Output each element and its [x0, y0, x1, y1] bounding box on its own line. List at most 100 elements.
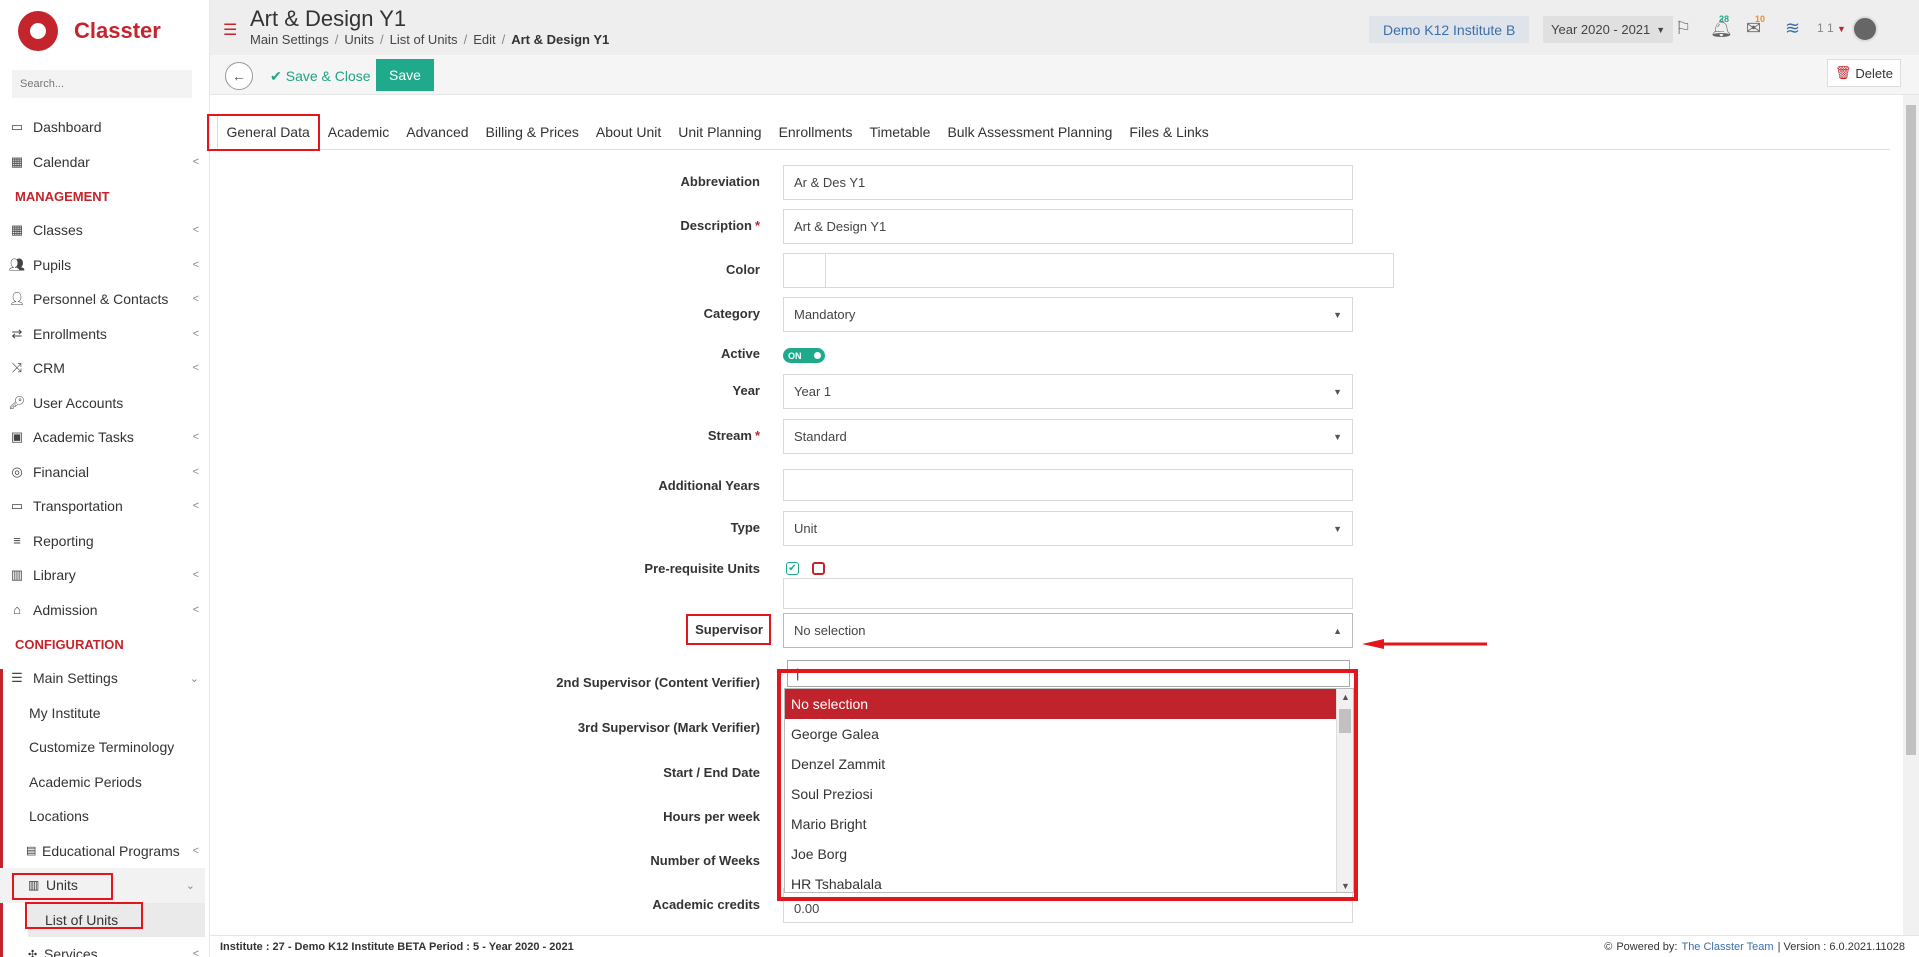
- breadcrumb-item[interactable]: List of Units: [390, 32, 458, 47]
- sidebar-item-reporting[interactable]: ≡ Reporting: [0, 524, 209, 559]
- row-type: Type Unit ▼: [400, 511, 1400, 547]
- save-close-button[interactable]: ✔ Save & Close: [270, 62, 371, 90]
- sidebar-item-enrollments[interactable]: ⇄ Enrollments <: [0, 317, 209, 352]
- year-select[interactable]: Year 1 ▼: [783, 374, 1353, 409]
- tab-billing-prices[interactable]: Billing & Prices: [477, 115, 587, 150]
- institute-selector[interactable]: Demo K12 Institute B: [1369, 16, 1530, 43]
- sidebar-item-crm[interactable]: ⤨ CRM <: [0, 351, 209, 386]
- logo[interactable]: Classter: [0, 0, 209, 62]
- credits-field[interactable]: 0.00: [783, 888, 1353, 923]
- option-george-galea[interactable]: George Galea: [785, 719, 1337, 749]
- sidebar-item-label: CRM: [33, 360, 65, 377]
- breadcrumb-item[interactable]: Units: [344, 32, 374, 47]
- additional-years-field[interactable]: [783, 469, 1353, 501]
- square-icon[interactable]: [812, 562, 825, 575]
- sidebar-item-financial[interactable]: ◎ Financial <: [0, 455, 209, 490]
- tab-bulk-assessment-planning[interactable]: Bulk Assessment Planning: [939, 115, 1121, 150]
- chevron-left-icon: <: [192, 258, 199, 271]
- sidebar-search-input[interactable]: [12, 70, 192, 98]
- scrollbar-thumb[interactable]: [1339, 709, 1351, 733]
- brand-name: Classter: [74, 18, 161, 43]
- chevron-down-icon[interactable]: ▼: [1337, 878, 1353, 892]
- footer-institute-info: Institute : 27 - Demo K12 Institute BETA…: [220, 940, 574, 953]
- sidebar-item-classes[interactable]: ▦ Classes <: [0, 213, 209, 248]
- supervisor-search-input[interactable]: [787, 660, 1350, 687]
- tab-academic[interactable]: Academic: [319, 115, 397, 150]
- sidebar-item-educational-programs[interactable]: ▤ Educational Programs <: [0, 834, 209, 869]
- option-denzel-zammit[interactable]: Denzel Zammit: [785, 749, 1337, 779]
- sidebar-item-pupils[interactable]: 👥︎ Pupils <: [0, 248, 209, 283]
- sidebar-item-units[interactable]: ▥ Units ⌄: [0, 868, 205, 903]
- sidebar-item-calendar[interactable]: ▦ Calendar <: [0, 145, 209, 180]
- layers-icon[interactable]: ≋: [1785, 18, 1800, 39]
- description-label-text: Description: [680, 218, 752, 233]
- delete-button[interactable]: 🗑︎ Delete: [1826, 59, 1901, 87]
- active-toggle[interactable]: ON: [783, 348, 825, 363]
- page-scrollbar[interactable]: [1903, 95, 1919, 935]
- menu-icon[interactable]: ☰: [223, 20, 237, 40]
- section-configuration: CONFIGURATION: [15, 636, 124, 652]
- sidebar-item-transportation[interactable]: ▭ Transportation <: [0, 489, 209, 524]
- breadcrumb-item[interactable]: Main Settings: [250, 32, 329, 47]
- user-count-label: 1 1: [1817, 21, 1834, 35]
- chevron-left-icon: <: [192, 431, 199, 444]
- page-scrollbar-thumb[interactable]: [1906, 105, 1916, 755]
- hours-label: Hours per week: [663, 809, 760, 824]
- sidebar-item-main-settings[interactable]: ☰ Main Settings ⌄: [0, 661, 209, 696]
- tab-advanced[interactable]: Advanced: [398, 115, 477, 150]
- row-additional-years: Additional Years: [400, 469, 1400, 505]
- tab-files-links[interactable]: Files & Links: [1121, 115, 1217, 150]
- option-mario-bright[interactable]: Mario Bright: [785, 809, 1337, 839]
- sidebar-item-admission[interactable]: ⌂ Admission <: [0, 593, 209, 628]
- sidebar-item-academic-periods[interactable]: Academic Periods: [0, 765, 209, 800]
- sidebar-item-academic-tasks[interactable]: ▣ Academic Tasks <: [0, 420, 209, 455]
- delete-label: Delete: [1855, 65, 1893, 81]
- sidebar-item-customize-terminology[interactable]: Customize Terminology: [0, 730, 209, 765]
- options-scrollbar[interactable]: ▲ ▼: [1336, 689, 1353, 892]
- breadcrumb-item[interactable]: Edit: [473, 32, 495, 47]
- sidebar-item-label: Pupils: [33, 256, 72, 273]
- sidebar-item-services[interactable]: ✣ Services <: [0, 937, 209, 957]
- user-count[interactable]: 1 1 ▼: [1817, 21, 1846, 35]
- sidebar-item-library[interactable]: ▥ Library <: [0, 558, 209, 593]
- supervisor2-label: 2nd Supervisor (Content Verifier): [556, 675, 760, 690]
- option-joe-borg[interactable]: Joe Borg: [785, 839, 1337, 869]
- year-selector[interactable]: Year 2020 - 2021 ▼: [1543, 16, 1674, 43]
- check-square-icon[interactable]: ✔: [786, 562, 799, 575]
- color-field[interactable]: [783, 253, 1394, 288]
- avatar[interactable]: [1852, 16, 1878, 42]
- chevron-up-icon[interactable]: ▲: [1337, 689, 1353, 705]
- flag-icon[interactable]: ⚐: [1675, 18, 1691, 39]
- sidebar-item-personnel-contacts[interactable]: 👤︎ Personnel & Contacts <: [0, 282, 209, 317]
- option-hr-tshabalala[interactable]: HR Tshabalala: [785, 869, 1337, 892]
- weeks-label: Number of Weeks: [650, 853, 760, 868]
- color-swatch[interactable]: [784, 254, 826, 287]
- prereq-field[interactable]: [783, 578, 1353, 609]
- stream-select[interactable]: Standard ▼: [783, 419, 1353, 454]
- category-select[interactable]: Mandatory ▼: [783, 297, 1353, 332]
- save-button[interactable]: Save: [376, 59, 434, 91]
- sidebar-item-locations[interactable]: Locations: [0, 799, 209, 834]
- mail-badge: 10: [1755, 14, 1766, 24]
- back-button[interactable]: ←: [225, 62, 253, 90]
- team-link[interactable]: The Classter Team: [1681, 941, 1773, 953]
- sidebar-item-list-of-units[interactable]: List of Units: [28, 902, 205, 937]
- tab-about-unit[interactable]: About Unit: [587, 115, 669, 150]
- type-select[interactable]: Unit ▼: [783, 511, 1353, 546]
- sidebar-item-label: Academic Tasks: [33, 429, 134, 446]
- tab-general-data[interactable]: General Data: [217, 115, 320, 150]
- bank-icon: ⌂: [13, 602, 21, 618]
- sidebar-item-user-accounts[interactable]: 🔑︎ User Accounts: [0, 386, 209, 421]
- tab-enrollments[interactable]: Enrollments: [770, 115, 861, 150]
- supervisor-select[interactable]: No selection ▲: [783, 613, 1353, 648]
- option-no-selection[interactable]: No selection: [785, 689, 1337, 719]
- sidebar-item-dashboard[interactable]: ▭ Dashboard: [0, 110, 209, 145]
- sidebar-item-label: Customize Terminology: [29, 739, 175, 756]
- sidebar-item-label: Dashboard: [33, 119, 102, 136]
- sidebar-item-my-institute[interactable]: My Institute: [0, 696, 209, 731]
- abbreviation-field[interactable]: Ar & Des Y1: [783, 165, 1353, 200]
- tab-unit-planning[interactable]: Unit Planning: [670, 115, 770, 150]
- description-field[interactable]: Art & Design Y1: [783, 209, 1353, 244]
- option-soul-preziosi[interactable]: Soul Preziosi: [785, 779, 1337, 809]
- tab-timetable[interactable]: Timetable: [861, 115, 939, 150]
